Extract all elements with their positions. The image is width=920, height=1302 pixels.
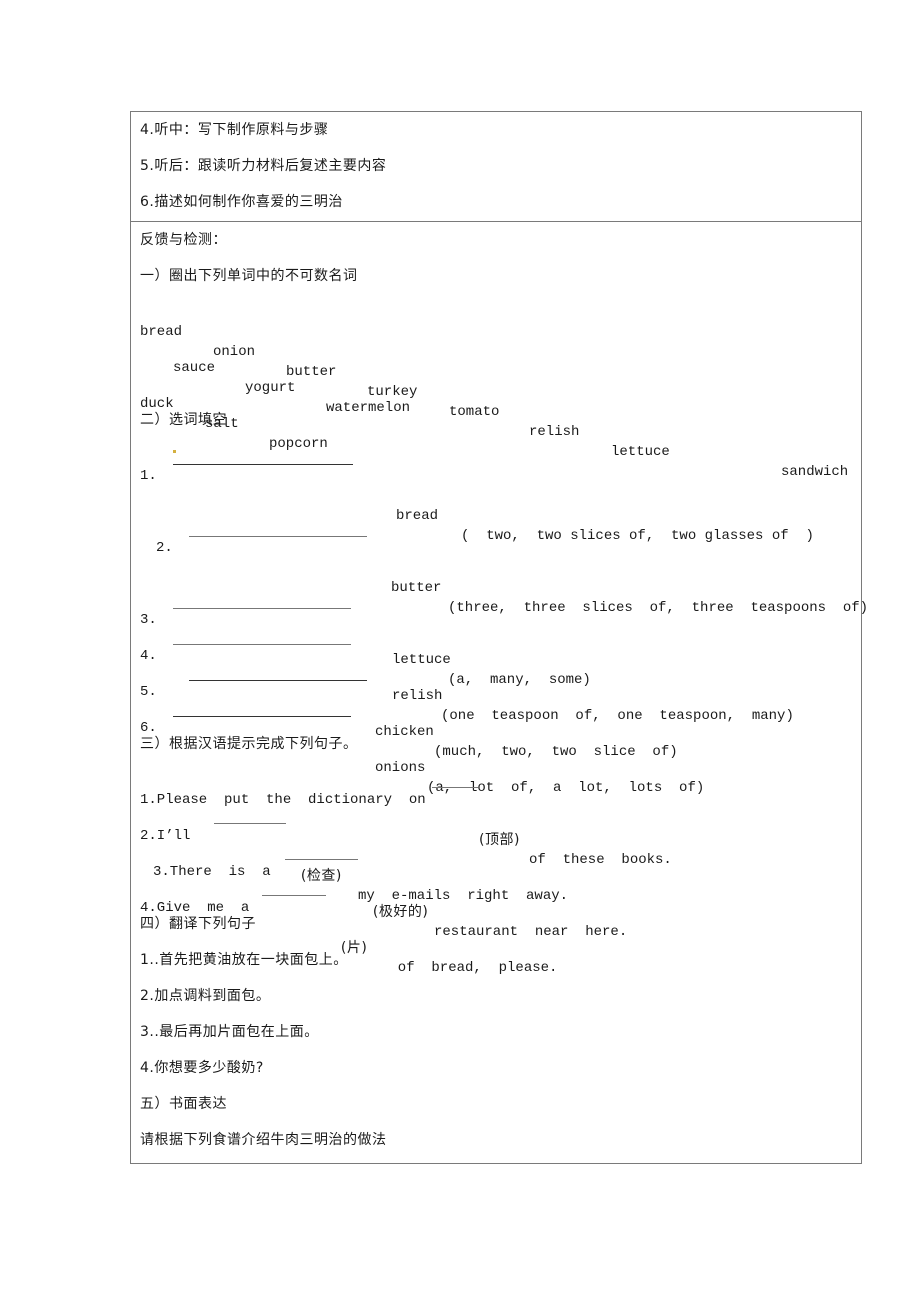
- feedback-title: 反馈与检测：: [140, 232, 227, 248]
- translate-item-1: 1..首先把黄油放在一块面包上。: [140, 952, 348, 968]
- fill-item-5: 5. chicken (much, two, two slice of): [131, 662, 863, 760]
- item-options: (much, two, two slice of): [434, 744, 678, 760]
- word-row-3: duck salt popcorn: [131, 374, 863, 452]
- worksheet-table: 4.听中：写下制作原料与步骤 5.听后：跟读听力材料后复述主要内容 6.描述如何…: [130, 111, 868, 1164]
- word: watermelon: [326, 400, 411, 416]
- fill-item-2: 2. butter (three, three slices of, three…: [131, 518, 868, 616]
- feedback-cell: 反馈与检测： 一）圈出下列单词中的不可数名词 bread onion butte…: [131, 222, 868, 1163]
- word-row-2: sauce yogurt watermelon: [131, 338, 863, 416]
- item-number: 2.: [156, 540, 173, 556]
- section5-title: 五）书面表达: [140, 1096, 227, 1112]
- sentence-text: of bread, please.: [381, 960, 558, 976]
- section1-title: 一）圈出下列单词中的不可数名词: [140, 268, 358, 284]
- steps-cell: 4.听中：写下制作原料与步骤 5.听后：跟读听力材料后复述主要内容 6.描述如何…: [131, 112, 861, 222]
- chinese-hint: (极好的): [363, 904, 429, 920]
- writing-prompt: 请根据下列食谱介绍牛肉三明治的做法: [140, 1132, 387, 1148]
- translate-item-2: 2.加点调料到面包。: [140, 988, 271, 1004]
- step-6: 6.描述如何制作你喜爱的三明治: [140, 194, 343, 210]
- fill-item-3: 3. lettuce (a, many, some): [131, 590, 863, 688]
- item-word: chicken: [375, 724, 434, 740]
- section2-title: 二）选词填空: [140, 412, 227, 428]
- sentence-text: restaurant near here.: [434, 924, 628, 940]
- sentence-4: 4.Give me a (片) of bread, please.: [131, 878, 863, 976]
- word-row-1: bread onion butter turkey tomato relish …: [131, 302, 863, 480]
- section3-title: 三）根据汉语提示完成下列句子。: [140, 736, 358, 752]
- fill-item-4: 4. relish (one teaspoon of, one teaspoon…: [131, 626, 863, 724]
- sentence-2: 2.I’ll (检查) my e-mails right away.: [131, 806, 863, 904]
- word: tomato: [449, 404, 500, 420]
- translate-item-4: 4.你想要多少酸奶?: [140, 1060, 264, 1076]
- fill-item-6: 6. onions (a, lot of, a lot, lots of): [131, 698, 863, 796]
- word: relish: [529, 424, 580, 440]
- step-5: 5.听后：跟读听力材料后复述主要内容: [140, 158, 387, 174]
- fill-item-1: 1. bread ( two, two slices of, two glass…: [131, 446, 863, 544]
- sentence-1: 1.Please put the dictionary on (顶部) of t…: [131, 770, 863, 868]
- translate-item-3: 3..最后再加片面包在上面。: [140, 1024, 319, 1040]
- step-4: 4.听中：写下制作原料与步骤: [140, 122, 329, 138]
- item-number: 1.: [140, 468, 157, 484]
- section4-title: 四）翻译下列句子: [140, 916, 256, 932]
- sentence-3: 3.There is a (极好的) restaurant near here.: [131, 842, 863, 940]
